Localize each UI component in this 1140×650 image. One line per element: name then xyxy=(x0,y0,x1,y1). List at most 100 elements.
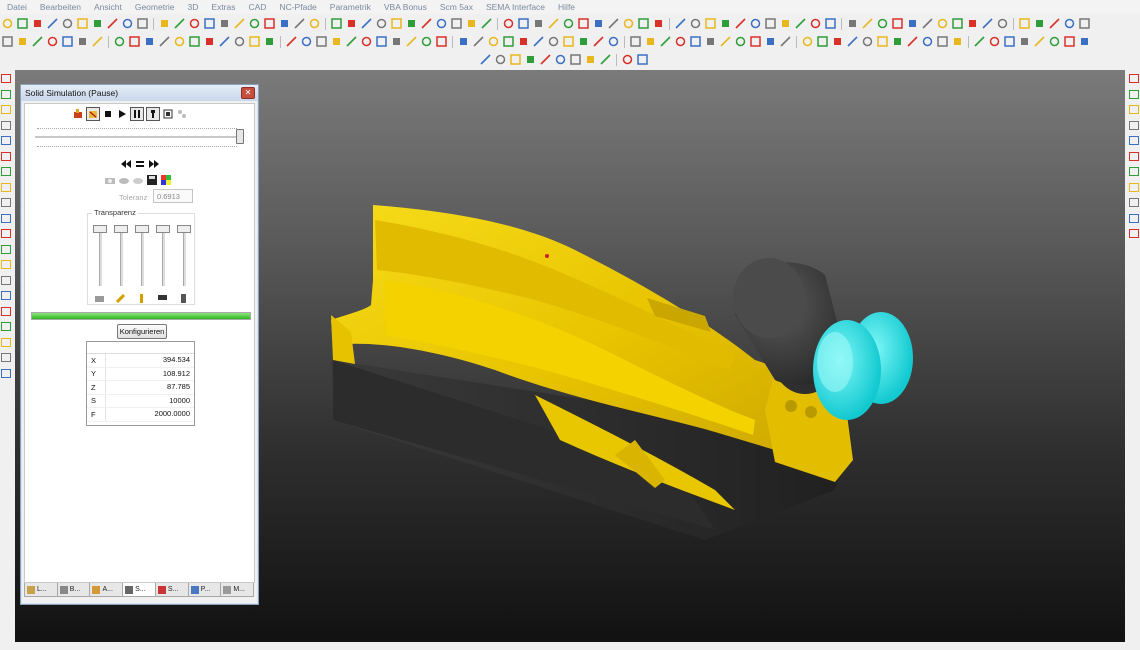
transparency-thumb-2[interactable] xyxy=(114,225,128,233)
side-tool-icon[interactable] xyxy=(1,74,11,83)
toolbar-tool-icon[interactable] xyxy=(219,36,230,47)
toolbar-tool-icon[interactable] xyxy=(391,18,402,29)
toolbar-tool-icon[interactable] xyxy=(331,18,342,29)
menu-item[interactable]: Bearbeiten xyxy=(33,2,87,12)
toolbar-tool-icon[interactable] xyxy=(750,18,761,29)
toolbar-tool-icon[interactable] xyxy=(892,18,903,29)
toolbar-tool-icon[interactable] xyxy=(159,36,170,47)
menu-item[interactable]: Geometrie xyxy=(128,2,181,12)
toolbar-tool-icon[interactable] xyxy=(286,36,297,47)
toolbar-tool-icon[interactable] xyxy=(1064,18,1075,29)
toolbar-tool-icon[interactable] xyxy=(451,18,462,29)
toolbar-tool-icon[interactable] xyxy=(675,18,686,29)
menu-item[interactable]: Hilfe xyxy=(551,2,581,12)
toolbar-tool-icon[interactable] xyxy=(847,36,858,47)
toolbar-tool-icon[interactable] xyxy=(525,54,536,65)
toolbar-tool-icon[interactable] xyxy=(952,18,963,29)
toolbar-tool-icon[interactable] xyxy=(967,18,978,29)
link-icon[interactable] xyxy=(176,108,188,120)
toolbar-tool-icon[interactable] xyxy=(466,18,477,29)
toolbar-tool-icon[interactable] xyxy=(578,36,589,47)
transparency-slider-5[interactable] xyxy=(183,228,186,286)
side-tool-icon[interactable] xyxy=(1129,105,1139,114)
side-tool-icon[interactable] xyxy=(1129,151,1139,161)
play-icon[interactable] xyxy=(116,108,128,120)
toolbar-tool-icon[interactable] xyxy=(376,18,387,29)
toolbar-tool-icon[interactable] xyxy=(780,18,791,29)
toolbar-tool-icon[interactable] xyxy=(1079,18,1090,29)
toolbar-tool-icon[interactable] xyxy=(862,18,873,29)
toolbar-tool-icon[interactable] xyxy=(937,18,948,29)
toolbar-tool-icon[interactable] xyxy=(264,36,275,47)
toolbar-tool-icon[interactable] xyxy=(264,18,275,29)
toolbar-tool-icon[interactable] xyxy=(189,36,200,47)
toolbar-tool-icon[interactable] xyxy=(480,54,491,65)
cloud-icon[interactable] xyxy=(118,174,130,186)
toolbar-tool-icon[interactable] xyxy=(144,36,155,47)
toolbar-tool-icon[interactable] xyxy=(301,36,312,47)
menu-item[interactable]: 3D xyxy=(181,2,205,12)
toolbar-tool-icon[interactable] xyxy=(1004,36,1015,47)
toolbar-tool-icon[interactable] xyxy=(458,36,469,47)
side-tool-icon[interactable] xyxy=(1,167,11,176)
menu-item[interactable]: CAD xyxy=(242,2,273,12)
toolbar-tool-icon[interactable] xyxy=(1019,36,1030,47)
toolbar-tool-icon[interactable] xyxy=(2,36,13,47)
toolbar-tool-icon[interactable] xyxy=(32,18,43,29)
toolbar-tool-icon[interactable] xyxy=(62,36,73,47)
toolbar-tool-icon[interactable] xyxy=(204,36,215,47)
toolbar-tool-icon[interactable] xyxy=(406,36,417,47)
toolbar-tool-icon[interactable] xyxy=(645,36,656,47)
toolbar-tool-icon[interactable] xyxy=(780,36,791,47)
stop-icon[interactable] xyxy=(102,108,114,120)
menu-item[interactable]: Scm 5ax xyxy=(433,2,479,12)
side-tool-icon[interactable] xyxy=(1129,136,1139,145)
toolbar-tool-icon[interactable] xyxy=(346,18,357,29)
toolbar-tool-icon[interactable] xyxy=(622,54,633,65)
toolbar-tool-icon[interactable] xyxy=(548,18,559,29)
toolbar-tool-icon[interactable] xyxy=(1049,18,1060,29)
menu-item[interactable]: Ansicht xyxy=(87,2,128,12)
rewind-icon[interactable] xyxy=(120,158,132,170)
step-icon[interactable] xyxy=(146,107,160,121)
toolbar-tool-icon[interactable] xyxy=(533,18,544,29)
tolerance-input[interactable]: 0.6913 xyxy=(153,189,193,203)
toolbar-tool-icon[interactable] xyxy=(204,18,215,29)
toolbar-tool-icon[interactable] xyxy=(660,36,671,47)
toolbar-tool-icon[interactable] xyxy=(675,36,686,47)
toolbar-tool-icon[interactable] xyxy=(316,36,327,47)
toolbar-tool-icon[interactable] xyxy=(62,18,73,29)
toolbar-tool-icon[interactable] xyxy=(17,36,28,47)
side-tool-icon[interactable] xyxy=(1,198,11,207)
transparency-slider-4[interactable] xyxy=(162,228,165,286)
toolbar-tool-icon[interactable] xyxy=(637,54,648,65)
toolbar-tool-icon[interactable] xyxy=(174,18,185,29)
simulation-slider-thumb[interactable] xyxy=(236,129,244,144)
side-tool-icon[interactable] xyxy=(1129,213,1139,223)
toolbar-tool-icon[interactable] xyxy=(361,36,372,47)
toolbar-tool-icon[interactable] xyxy=(92,36,103,47)
side-tool-icon[interactable] xyxy=(1,306,11,316)
toolbar-tool-icon[interactable] xyxy=(107,18,118,29)
toolbar-tool-icon[interactable] xyxy=(877,18,888,29)
toolbar-tool-icon[interactable] xyxy=(47,36,58,47)
transparency-thumb-5[interactable] xyxy=(177,225,191,233)
toolbar-tool-icon[interactable] xyxy=(503,36,514,47)
pause-icon[interactable] xyxy=(130,107,144,121)
record-icon[interactable] xyxy=(162,108,174,120)
menu-item[interactable]: Datei xyxy=(0,2,33,12)
camera-icon[interactable] xyxy=(104,174,116,186)
side-tool-icon[interactable] xyxy=(1,136,11,145)
toolbar-tool-icon[interactable] xyxy=(997,18,1008,29)
toolbar-tool-icon[interactable] xyxy=(249,18,260,29)
menu-item[interactable]: NC-Pfade xyxy=(272,2,322,12)
side-tool-icon[interactable] xyxy=(1,182,11,192)
side-tool-icon[interactable] xyxy=(1,213,11,223)
toolbar-tool-icon[interactable] xyxy=(653,18,664,29)
toolbar-tool-icon[interactable] xyxy=(309,18,320,29)
toolbar-tool-icon[interactable] xyxy=(989,36,1000,47)
side-tool-icon[interactable] xyxy=(1129,167,1139,176)
side-tool-icon[interactable] xyxy=(1,275,11,285)
toolbar-tool-icon[interactable] xyxy=(219,18,230,29)
toolbar-tool-icon[interactable] xyxy=(563,36,574,47)
